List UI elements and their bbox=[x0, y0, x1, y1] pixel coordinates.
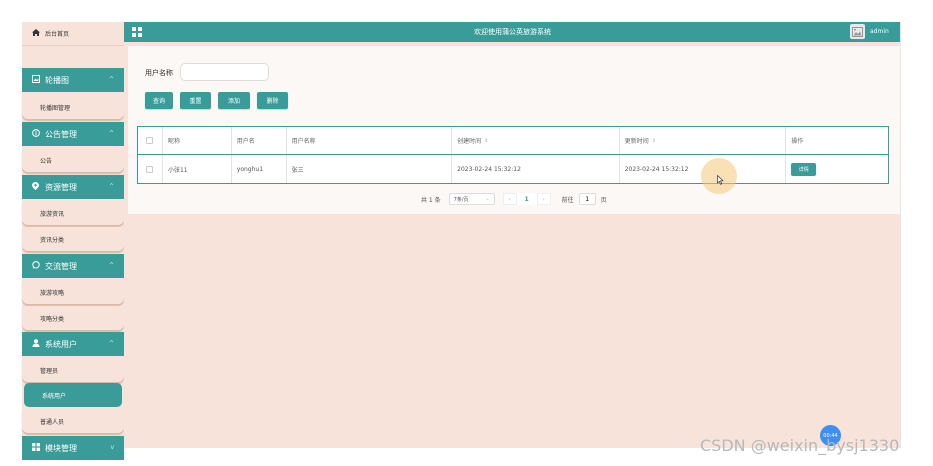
sidebar-item-notice[interactable]: 公告 bbox=[22, 148, 124, 172]
detail-button[interactable]: 详情 bbox=[791, 162, 817, 176]
sidebar-item-label: 系统用户 bbox=[42, 392, 67, 400]
user-icon bbox=[31, 339, 40, 349]
image-placeholder-icon bbox=[852, 26, 863, 37]
sidebar-group-exchange[interactable]: 交流管理 ^ bbox=[22, 254, 124, 278]
page-unit-label: 页 bbox=[600, 196, 607, 204]
sidebar-item-label: 资讯分类 bbox=[40, 236, 65, 244]
row-checkbox[interactable] bbox=[146, 165, 154, 173]
sidebar-group-label: 资源管理 bbox=[45, 182, 77, 192]
image-icon bbox=[31, 75, 40, 85]
current-page[interactable]: 1 bbox=[516, 193, 537, 205]
home-icon bbox=[31, 29, 40, 38]
avatar[interactable] bbox=[850, 24, 865, 39]
select-all-checkbox[interactable] bbox=[146, 137, 154, 144]
chevron-down-icon: v bbox=[110, 444, 114, 451]
sidebar-item-label: 轮播图管理 bbox=[40, 104, 71, 112]
chevron-up-icon: ^ bbox=[108, 340, 114, 347]
sidebar-group-modules[interactable]: 模块管理 v bbox=[22, 436, 124, 460]
column-header: 用户名称 bbox=[287, 127, 453, 154]
watermark: CSDN @weixin_bysj1330 bbox=[700, 436, 900, 455]
sidebar-item-system-user[interactable]: 系统用户 bbox=[24, 383, 122, 407]
cell-actions: 详情 bbox=[786, 155, 888, 183]
table-row: 小张11 yonghu1 张三 2023-02-24 15:32:12 2023… bbox=[138, 155, 888, 183]
column-header: 用户名 bbox=[232, 127, 287, 154]
sidebar-item-admin[interactable]: 管理员 bbox=[22, 358, 124, 382]
column-header: 昵称 bbox=[163, 127, 232, 154]
next-page-button[interactable]: › bbox=[536, 193, 551, 205]
sidebar-item-label: 旅游资讯 bbox=[40, 210, 65, 218]
sidebar-item-guide-category[interactable]: 攻略分类 bbox=[22, 306, 124, 330]
sidebar-item-travel-guide[interactable]: 旅游攻略 bbox=[22, 280, 124, 304]
search-label: 用户名称 bbox=[145, 69, 173, 77]
goto-page-input[interactable] bbox=[578, 193, 596, 205]
sidebar-item-label: 后台首页 bbox=[45, 31, 70, 38]
info-circle-icon bbox=[31, 129, 40, 139]
prev-page-button[interactable]: ‹ bbox=[502, 193, 517, 205]
pagination: 共 1 条 7条/页 ⌄ ‹ 1 › 前往 页 bbox=[421, 193, 607, 205]
sidebar-item-carousel-manage[interactable]: 轮播图管理 bbox=[22, 95, 124, 119]
chevron-down-icon: ⌄ bbox=[485, 196, 490, 202]
sidebar-item-normal-staff[interactable]: 普通人员 bbox=[22, 409, 124, 433]
sort-icon[interactable]: ⇕ bbox=[484, 138, 488, 144]
chat-bubble-icon bbox=[31, 261, 40, 271]
sort-icon[interactable]: ⇕ bbox=[652, 138, 656, 144]
sidebar-item-home[interactable]: 后台首页 bbox=[22, 22, 124, 46]
chevron-up-icon: ^ bbox=[108, 183, 114, 190]
user-table: 昵称 用户名 用户名称 创建时间 ⇕ 更新时间 ⇕ 操作 小张11 yonghu1 … bbox=[137, 126, 889, 184]
chevron-up-icon: ^ bbox=[108, 76, 114, 83]
table-header-row: 昵称 用户名 用户名称 创建时间 ⇕ 更新时间 ⇕ 操作 bbox=[138, 127, 888, 155]
sidebar-item-label: 旅游攻略 bbox=[40, 289, 65, 297]
sidebar-item-label: 普通人员 bbox=[40, 418, 65, 426]
sidebar: 后台首页 轮播图 ^ 轮播图管理 公告管理 ^ 公告 资源管理 ^ 旅游资讯 资… bbox=[22, 22, 124, 460]
username-search-input[interactable] bbox=[180, 63, 269, 81]
sidebar-group-notice[interactable]: 公告管理 ^ bbox=[22, 122, 124, 146]
select-all-cell bbox=[138, 127, 163, 154]
chevron-up-icon: ^ bbox=[108, 262, 114, 269]
sidebar-group-label: 交流管理 bbox=[45, 261, 77, 271]
grid-icon bbox=[31, 443, 40, 453]
app-title: 欢迎使用蒲公英旅游系统 bbox=[474, 28, 551, 36]
content-border bbox=[900, 22, 901, 448]
sidebar-item-label: 攻略分类 bbox=[40, 315, 65, 323]
cell-nickname: 小张11 bbox=[163, 155, 232, 183]
sidebar-group-carousel[interactable]: 轮播图 ^ bbox=[22, 68, 124, 92]
delete-button[interactable]: 删除 bbox=[257, 92, 288, 109]
goto-label: 前往 bbox=[561, 196, 574, 204]
sidebar-group-label: 系统用户 bbox=[45, 339, 77, 349]
column-header: 操作 bbox=[791, 138, 804, 145]
sidebar-group-label: 模块管理 bbox=[45, 443, 77, 453]
sidebar-group-resources[interactable]: 资源管理 ^ bbox=[22, 175, 124, 199]
reset-button[interactable]: 重置 bbox=[180, 92, 211, 109]
cell-created: 2023-02-24 15:32:12 bbox=[452, 155, 620, 183]
location-pin-icon bbox=[31, 182, 40, 192]
sidebar-group-label: 公告管理 bbox=[45, 129, 77, 139]
mouse-cursor-icon bbox=[717, 175, 724, 185]
top-header: 欢迎使用蒲公英旅游系统 admin bbox=[124, 22, 901, 42]
cell-name: 张三 bbox=[287, 155, 453, 183]
sidebar-item-travel-news[interactable]: 旅游资讯 bbox=[22, 201, 124, 225]
sidebar-item-label: 公告 bbox=[40, 157, 53, 165]
sidebar-group-system-users[interactable]: 系统用户 ^ bbox=[22, 332, 124, 356]
add-button[interactable]: 添加 bbox=[218, 92, 250, 109]
chevron-up-icon: ^ bbox=[108, 130, 114, 137]
row-select-cell bbox=[138, 155, 163, 183]
query-button[interactable]: 查询 bbox=[145, 92, 173, 109]
cell-username: yonghu1 bbox=[232, 155, 287, 183]
username[interactable]: admin bbox=[870, 28, 889, 35]
sidebar-item-news-category[interactable]: 资讯分类 bbox=[22, 227, 124, 251]
sidebar-item-label: 管理员 bbox=[40, 367, 59, 375]
sidebar-group-label: 轮播图 bbox=[45, 75, 69, 85]
column-header-sortable[interactable]: 创建时间 ⇕ bbox=[452, 127, 620, 154]
total-count: 共 1 条 bbox=[421, 196, 441, 204]
column-header-sortable[interactable]: 更新时间 ⇕ bbox=[620, 127, 787, 154]
page-size-select[interactable]: 7条/页 ⌄ bbox=[448, 193, 495, 205]
